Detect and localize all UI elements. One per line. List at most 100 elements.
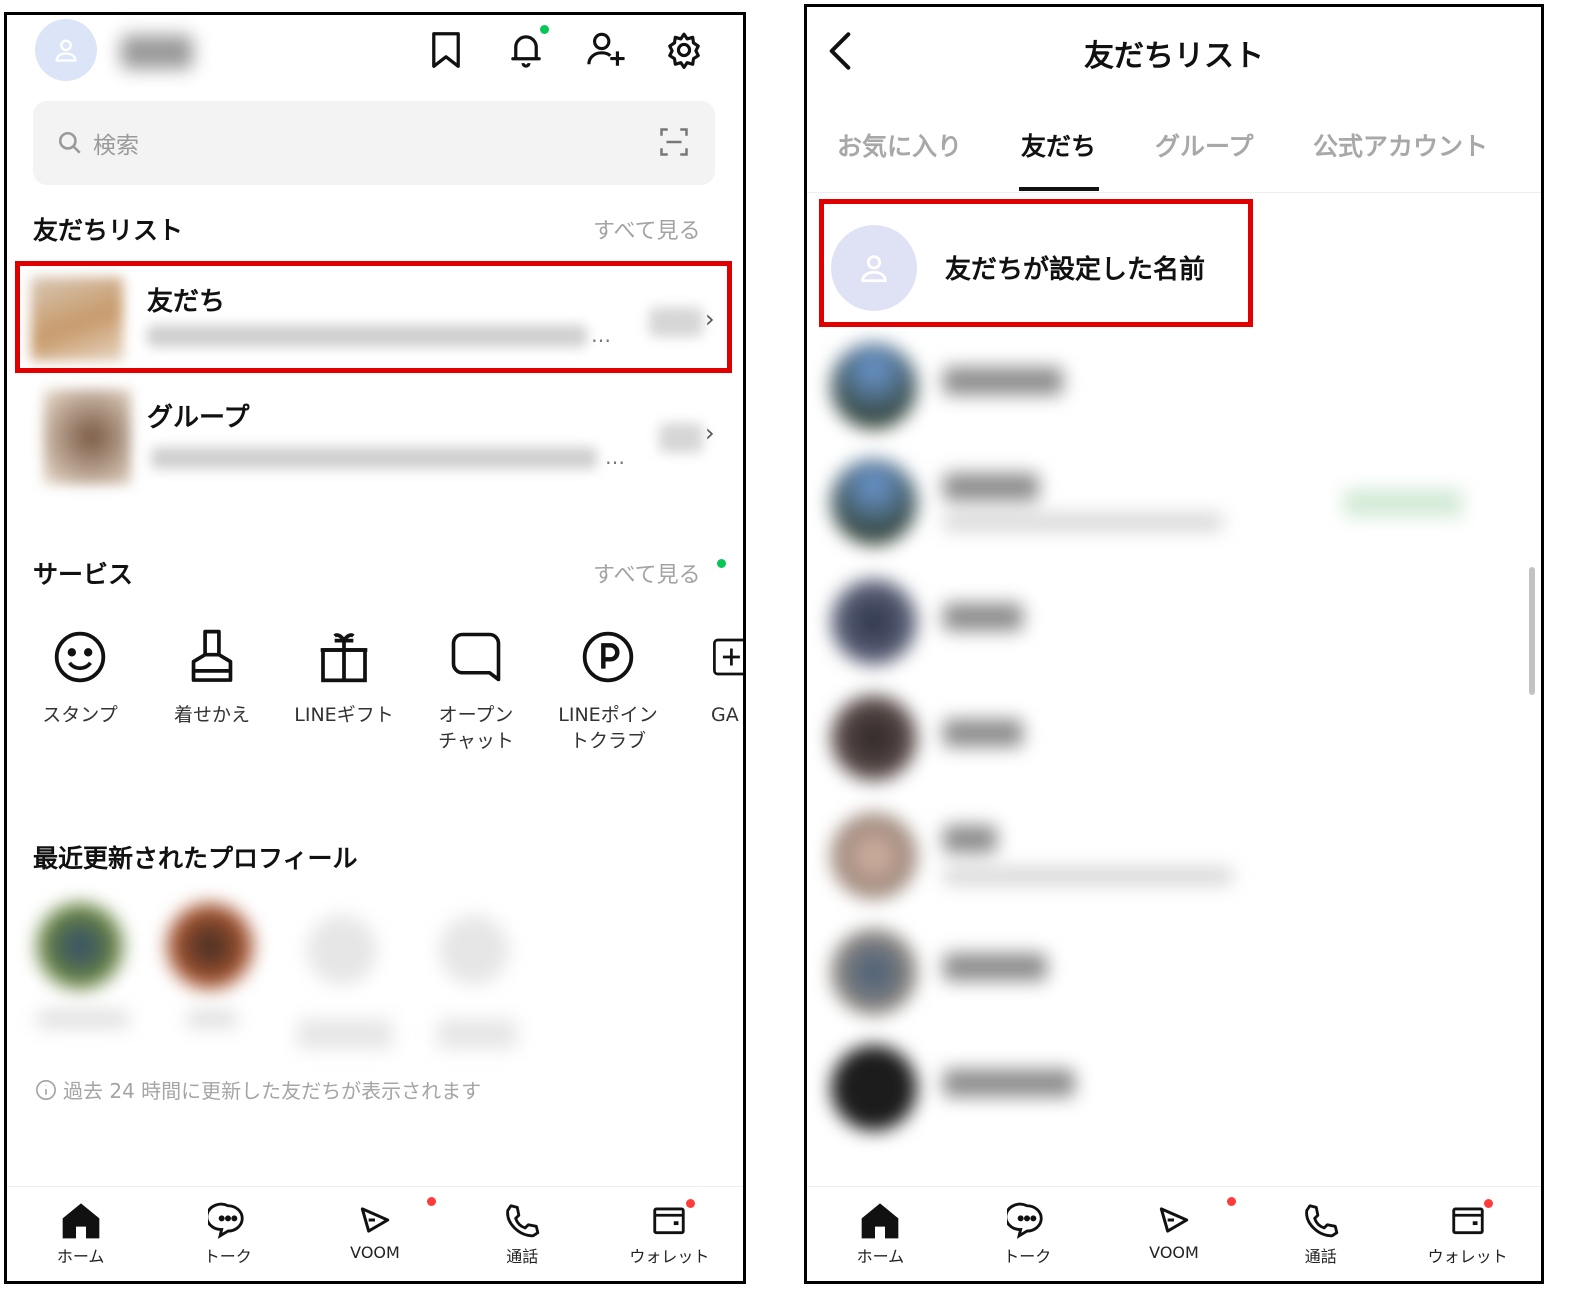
friend-row[interactable] bbox=[823, 923, 1523, 1023]
user-icon bbox=[55, 39, 77, 62]
wallet-icon bbox=[653, 1207, 686, 1235]
settings-button[interactable] bbox=[659, 25, 709, 75]
friend-status-blurred bbox=[943, 867, 1233, 885]
brush-icon bbox=[191, 629, 233, 682]
nav-label: ホーム bbox=[856, 1247, 905, 1266]
friend-status-blurred bbox=[943, 513, 1223, 531]
nav-calls[interactable]: 通話 bbox=[449, 1187, 596, 1281]
recent-profile-name bbox=[37, 1011, 129, 1027]
nav-label: ホーム bbox=[56, 1247, 105, 1266]
wallet-badge bbox=[685, 1199, 695, 1208]
groups-row-ellipsis: … bbox=[605, 445, 625, 469]
chat-square-icon bbox=[451, 632, 501, 682]
voom-icon bbox=[360, 1207, 390, 1233]
friend-row[interactable] bbox=[823, 453, 1523, 553]
recent-profile-avatar[interactable] bbox=[307, 915, 377, 985]
tab-groups[interactable]: グループ bbox=[1155, 127, 1254, 163]
services-new-dot bbox=[717, 559, 726, 568]
chevron-right-icon: › bbox=[705, 419, 715, 447]
chat-icon bbox=[207, 1202, 244, 1239]
nav-wallet[interactable]: ウォレット bbox=[1394, 1187, 1541, 1281]
voom-badge bbox=[1226, 1197, 1236, 1206]
tab-active-indicator bbox=[1019, 187, 1099, 191]
friend-list-title: 友だちリスト bbox=[33, 216, 184, 245]
recent-profile-name bbox=[437, 1019, 517, 1049]
service-games[interactable]: GA bbox=[675, 620, 743, 728]
smiley-icon bbox=[54, 631, 106, 683]
services-see-all[interactable]: すべて見る bbox=[593, 557, 701, 589]
recent-info-note: 過去 24 時間に更新した友だちが表示されます bbox=[35, 1075, 481, 1104]
add-friend-button[interactable] bbox=[581, 25, 631, 75]
profile-avatar[interactable] bbox=[35, 19, 97, 81]
service-label: スタンプ bbox=[42, 704, 118, 726]
friend-row[interactable] bbox=[823, 689, 1523, 789]
search-icon bbox=[58, 131, 81, 154]
friend-avatar bbox=[831, 579, 917, 665]
nav-talk[interactable]: トーク bbox=[154, 1187, 301, 1281]
tab-favorites[interactable]: お気に入り bbox=[837, 127, 962, 163]
nav-wallet[interactable]: ウォレット bbox=[596, 1187, 743, 1281]
nav-home[interactable]: ホーム bbox=[7, 1187, 154, 1281]
friend-list-screen: 友だちリスト お気に入り 友だち グループ 公式アカウント 友だちが設定した名前 bbox=[804, 4, 1544, 1284]
phone-icon bbox=[506, 1204, 540, 1238]
recent-profile-avatar[interactable] bbox=[439, 915, 509, 985]
scan-icon[interactable] bbox=[659, 127, 689, 157]
friend-name-blurred bbox=[943, 1069, 1075, 1097]
gear-icon bbox=[668, 32, 700, 69]
nav-label: VOOM bbox=[1149, 1243, 1199, 1262]
friend-avatar bbox=[831, 459, 917, 545]
search-bar[interactable]: 検索 bbox=[33, 101, 715, 185]
nav-calls[interactable]: 通話 bbox=[1247, 1187, 1394, 1281]
friend-avatar bbox=[831, 1045, 917, 1131]
service-label: LINEギフト bbox=[294, 704, 394, 726]
nav-label: トーク bbox=[1003, 1247, 1052, 1266]
friend-list-see-all[interactable]: すべて見る bbox=[593, 213, 701, 245]
friends-row-highlight bbox=[15, 261, 732, 373]
plus-box-icon bbox=[713, 638, 743, 676]
notification-button[interactable] bbox=[501, 25, 551, 75]
groups-row-preview bbox=[151, 447, 597, 469]
nav-label: トーク bbox=[203, 1247, 252, 1266]
service-openchat[interactable]: オープン チャット bbox=[411, 620, 541, 754]
tab-friends[interactable]: 友だち bbox=[1021, 127, 1096, 163]
bookmark-icon bbox=[432, 32, 460, 68]
friend-row[interactable] bbox=[823, 1039, 1523, 1139]
voom-badge bbox=[427, 1197, 437, 1206]
groups-row-title: グループ bbox=[147, 403, 250, 433]
recent-profile-avatar[interactable] bbox=[167, 903, 253, 989]
nav-label: ウォレット bbox=[629, 1247, 710, 1266]
friend-row[interactable] bbox=[823, 807, 1523, 907]
service-theme[interactable]: 着せかえ bbox=[147, 620, 277, 728]
friend-avatar bbox=[831, 343, 917, 429]
recent-profile-name bbox=[297, 1019, 393, 1049]
recent-profile-name bbox=[187, 1011, 237, 1027]
nav-label: VOOM bbox=[350, 1243, 400, 1262]
groups-row[interactable]: グループ … › bbox=[17, 383, 733, 493]
nav-voom[interactable]: VOOM bbox=[301, 1187, 448, 1281]
service-points[interactable]: LINEポイン トクラブ bbox=[543, 620, 673, 754]
friend-music-blurred bbox=[1343, 489, 1463, 517]
friend-name-blurred bbox=[943, 473, 1039, 501]
bell-icon bbox=[511, 35, 541, 68]
nav-voom[interactable]: VOOM bbox=[1101, 1187, 1248, 1281]
service-label: GA bbox=[711, 704, 739, 726]
recent-profile-avatar[interactable] bbox=[37, 903, 123, 989]
tab-official-accounts[interactable]: 公式アカウント bbox=[1313, 127, 1488, 163]
nav-home[interactable]: ホーム bbox=[807, 1187, 954, 1281]
nav-talk[interactable]: トーク bbox=[954, 1187, 1101, 1281]
recent-info-text: 過去 24 時間に更新した友だちが表示されます bbox=[63, 1079, 482, 1103]
groups-row-count bbox=[659, 423, 703, 453]
home-screen: 検索 友だちリスト すべて見る 友だち … › グループ … › サービス すべ… bbox=[4, 12, 746, 1284]
friend-avatar bbox=[831, 695, 917, 781]
chat-icon bbox=[1007, 1202, 1043, 1239]
friend-row[interactable] bbox=[823, 337, 1523, 437]
service-gift[interactable]: LINEギフト bbox=[279, 620, 409, 728]
recent-profiles-title: 最近更新されたプロフィール bbox=[33, 844, 358, 873]
voom-icon bbox=[1159, 1207, 1189, 1233]
notification-dot bbox=[540, 25, 549, 34]
service-stamp[interactable]: スタンプ bbox=[15, 620, 145, 728]
services-title: サービス bbox=[33, 560, 134, 589]
friend-row[interactable] bbox=[823, 573, 1523, 673]
bookmark-button[interactable] bbox=[421, 25, 471, 75]
scrollbar[interactable] bbox=[1529, 567, 1535, 695]
